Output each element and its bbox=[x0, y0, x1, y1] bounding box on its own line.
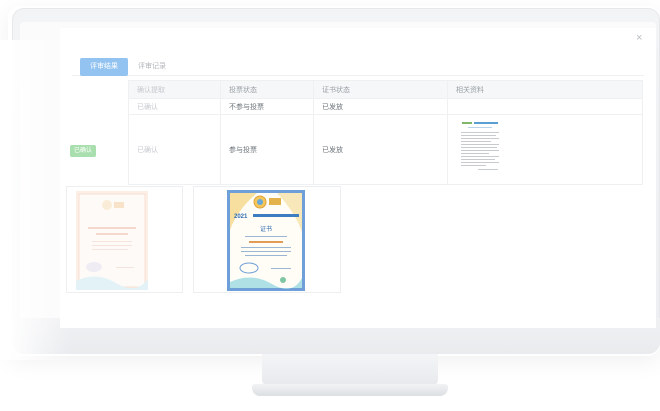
tab-review-result[interactable]: 评审结果 bbox=[80, 58, 128, 76]
certificate-image[interactable]: 2021 证书 bbox=[227, 190, 305, 291]
column-header-vote: 投票状态 bbox=[220, 80, 314, 99]
document-thumbnail[interactable] bbox=[458, 118, 502, 176]
cell-confirm: 已确认 bbox=[128, 98, 221, 115]
left-edge-fade bbox=[0, 40, 70, 360]
review-table: 确认提取 投票状态 证书状态 相关资料 已确认 不参与投票 已发放 已确认 参与… bbox=[128, 80, 643, 185]
close-icon[interactable]: × bbox=[636, 32, 642, 44]
certificate-year: 2021 bbox=[234, 214, 248, 220]
cell-confirm: 已确认 bbox=[128, 114, 221, 185]
table-row: 已确认 不参与投票 已发放 bbox=[128, 98, 643, 115]
tab-bar: 评审结果 评审记录 bbox=[72, 58, 644, 76]
tab-review-record[interactable]: 评审记录 bbox=[128, 58, 176, 76]
cell-vote: 不参与投票 bbox=[220, 98, 314, 115]
certificate-image[interactable] bbox=[76, 191, 148, 290]
monitor-stand-neck bbox=[262, 354, 438, 386]
table-header-row: 确认提取 投票状态 证书状态 相关资料 bbox=[128, 80, 643, 99]
column-header-certificate: 证书状态 bbox=[313, 80, 448, 99]
status-badge: 已确认 bbox=[70, 145, 96, 157]
cell-certificate: 已发放 bbox=[313, 114, 448, 185]
cell-material bbox=[447, 98, 643, 115]
cell-certificate: 已发放 bbox=[313, 98, 448, 115]
cell-vote: 参与投票 bbox=[220, 114, 314, 185]
certificate-heading: 证书 bbox=[260, 225, 272, 233]
column-header-material: 相关资料 bbox=[447, 80, 643, 99]
monitor-stand-foot bbox=[252, 384, 448, 396]
table-row: 已确认 参与投票 已发放 bbox=[128, 114, 643, 185]
column-header-confirm: 确认提取 bbox=[128, 80, 221, 99]
